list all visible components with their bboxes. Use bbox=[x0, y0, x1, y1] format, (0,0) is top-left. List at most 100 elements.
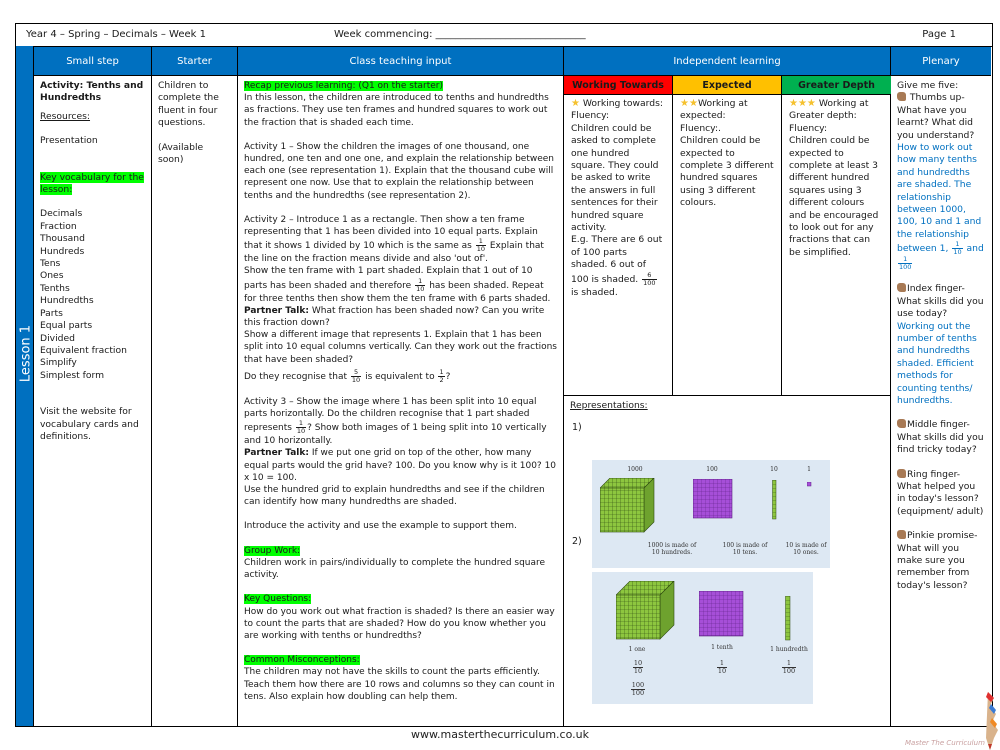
header-starter: Starter bbox=[152, 47, 238, 76]
plenary-index-answer: Working out the number of tenths and hun… bbox=[897, 320, 977, 406]
hand-icon bbox=[897, 530, 906, 540]
header-small-step: Small step bbox=[34, 47, 152, 76]
tenth-flat-icon bbox=[699, 591, 744, 637]
intro-text: In this lesson, the children are introdu… bbox=[244, 93, 549, 128]
representation-1-image: 1000 100 10 1 1000 is made of 10 hundred… bbox=[592, 460, 830, 568]
misconceptions-label: Common Misconceptions: bbox=[244, 655, 360, 666]
label-10: 10 bbox=[770, 466, 778, 473]
page-number: Page 1 bbox=[922, 29, 956, 40]
lesson-label: Lesson 1 bbox=[18, 324, 34, 383]
footer-url[interactable]: www.masterthecurriculum.co.uk bbox=[0, 728, 1000, 741]
hand-icon bbox=[897, 419, 906, 429]
vocab-item: Parts bbox=[40, 307, 63, 319]
ten-rod-icon bbox=[772, 480, 777, 520]
vocab-item: Simplest form bbox=[40, 369, 105, 381]
resources-value: Presentation bbox=[40, 135, 98, 147]
fraction-one-half: 12 bbox=[438, 367, 445, 384]
vocab-item: Equivalent fraction bbox=[40, 344, 127, 356]
representation-2-number: 2) bbox=[572, 536, 582, 547]
fraction-tenth: 1 10 bbox=[716, 659, 728, 675]
level-expected: Expected bbox=[673, 76, 782, 95]
one-cube-icon bbox=[807, 482, 812, 487]
misconceptions-text: The children may not have the skills to … bbox=[244, 667, 555, 702]
label-1: 1 bbox=[807, 466, 811, 473]
introduce-text: Introduce the activity and use the examp… bbox=[244, 521, 517, 532]
header-class-teaching: Class teaching input bbox=[238, 47, 564, 76]
activity2-text: Activity 2 – Introduce 1 as a rectangle.… bbox=[244, 214, 544, 265]
independent-learning-column: Working Towards Expected Greater Depth ★… bbox=[564, 76, 891, 726]
website-note: Visit the website for vocabulary cards a… bbox=[40, 406, 139, 442]
starter-text: Children to complete the fluent in four … bbox=[158, 80, 219, 129]
vocab-item: Tens bbox=[40, 258, 61, 270]
thousand-cube-icon bbox=[600, 478, 655, 533]
vocab-item: Decimals bbox=[40, 208, 83, 220]
hand-icon bbox=[897, 92, 906, 102]
representation-2-image: 1 one 1 tenth 1 hundredth 10 10 100 100 11… bbox=[592, 572, 813, 704]
small-step-column: Activity: Tenths and Hundredths Resource… bbox=[34, 76, 152, 726]
plenary-column: Give me five: Thumbs up- What have you l… bbox=[891, 76, 991, 726]
representation-1-number: 1) bbox=[572, 422, 582, 433]
vocab-item: Thousand bbox=[40, 233, 85, 245]
equivalence-question: Do they recognise that 5 10 is equivalent… bbox=[244, 367, 451, 384]
fraction-hundredth: 1 100 bbox=[781, 659, 797, 675]
starter-column: Children to complete the fluent in four … bbox=[152, 76, 238, 726]
week-commencing: Week commencing: _______________________… bbox=[334, 29, 586, 40]
representations-label: Representations: bbox=[570, 400, 648, 411]
plenary-intro: Give me five: bbox=[897, 80, 959, 91]
expected-content: ★★Working at expected: Fluency:. Childre… bbox=[673, 95, 782, 395]
activity1-text: Activity 1 – Show the children the image… bbox=[244, 141, 555, 201]
header-plenary: Plenary bbox=[891, 47, 991, 76]
vocab-item: Hundredths bbox=[40, 295, 94, 307]
caption-one: 1 one bbox=[628, 646, 646, 653]
star-icon: ★★★ bbox=[789, 98, 816, 109]
vocab-item: Fraction bbox=[40, 220, 77, 232]
vocab-item: Equal parts bbox=[40, 320, 93, 332]
lesson-sidebar: Lesson 1 bbox=[15, 46, 34, 727]
activity3-text: Activity 3 – Show the image where 1 has … bbox=[244, 396, 547, 447]
lesson-plan-page: Year 4 – Spring – Decimals – Week 1 Week… bbox=[15, 23, 993, 727]
group-work-label: Group Work: bbox=[244, 545, 301, 556]
class-teaching-column: Recap previous learning: (Q1 on the star… bbox=[238, 76, 564, 726]
group-work-text: Children work in pairs/individually to c… bbox=[244, 557, 546, 581]
key-questions-label: Key Questions: bbox=[244, 594, 312, 605]
plenary-thumbs: Thumbs up- What have you learnt? What di… bbox=[897, 92, 975, 141]
header-independent-learning: Independent learning bbox=[564, 47, 891, 76]
representations-section: Representations: 1) 2) 1000 100 10 1 100… bbox=[564, 395, 891, 726]
vocabulary-list: Decimals Fraction Thousand Hundreds Tens… bbox=[40, 208, 145, 382]
star-icon: ★★ bbox=[680, 98, 698, 109]
level-greater-depth: Greater Depth bbox=[782, 76, 891, 95]
vocab-item: Divided bbox=[40, 332, 75, 344]
fraction-one-tenth: 1 10 bbox=[475, 237, 486, 254]
hand-icon bbox=[897, 468, 906, 478]
key-questions-text: How do you work out what fraction is sha… bbox=[244, 606, 555, 641]
vocab-item: Hundreds bbox=[40, 245, 85, 257]
activity-title: Activity: Tenths and Hundredths bbox=[40, 80, 144, 104]
hand-icon bbox=[897, 283, 906, 293]
fraction-one-tenth: 1 10 bbox=[295, 419, 307, 436]
starter-availability: (Available soon) bbox=[158, 141, 204, 166]
partner-talk-1: Partner Talk: What fraction has been sha… bbox=[244, 305, 545, 329]
caption-1000: 1000 is made of 10 hundreds. bbox=[647, 542, 697, 556]
caption-100: 100 is made of 10 tens. bbox=[722, 542, 768, 556]
caption-hundredth: 1 hundredth bbox=[770, 646, 808, 653]
fraction-one-tenth: 1 10 bbox=[415, 276, 426, 293]
greater-depth-content: ★★★ Working at Greater depth: Fluency: C… bbox=[789, 98, 879, 258]
vocabulary-label: Key vocabulary for the lesson: bbox=[40, 171, 144, 196]
partner-talk-2: Partner Talk: If we put one grid on top … bbox=[244, 448, 557, 483]
caption-10: 10 is made of 10 ones. bbox=[785, 542, 827, 556]
lesson-table: Small step Starter Class teaching input … bbox=[33, 46, 993, 727]
recap-label: Recap previous learning: (Q1 on the star… bbox=[244, 81, 443, 91]
fraction-ten-tenths: 10 10 bbox=[632, 659, 644, 675]
document-header: Year 4 – Spring – Decimals – Week 1 Week… bbox=[15, 23, 993, 46]
fraction-hundred-hundredths: 100 100 bbox=[630, 681, 646, 697]
label-100: 100 bbox=[706, 466, 718, 473]
vocab-item: Ones bbox=[40, 270, 64, 282]
plenary-ring: Ring finger- What helped you in today's … bbox=[897, 468, 984, 517]
plenary-thumbs-answer: How to work out how many tenths and hund… bbox=[897, 142, 984, 272]
level-working-towards: Working Towards bbox=[564, 76, 673, 95]
hundred-flat-icon bbox=[693, 479, 733, 519]
plenary-middle: Middle finger- What skills did you find … bbox=[897, 419, 984, 456]
one-whole-cube-icon bbox=[616, 581, 675, 640]
fraction-five-tenths: 5 10 bbox=[350, 367, 362, 384]
caption-tenth: 1 tenth bbox=[711, 644, 733, 651]
